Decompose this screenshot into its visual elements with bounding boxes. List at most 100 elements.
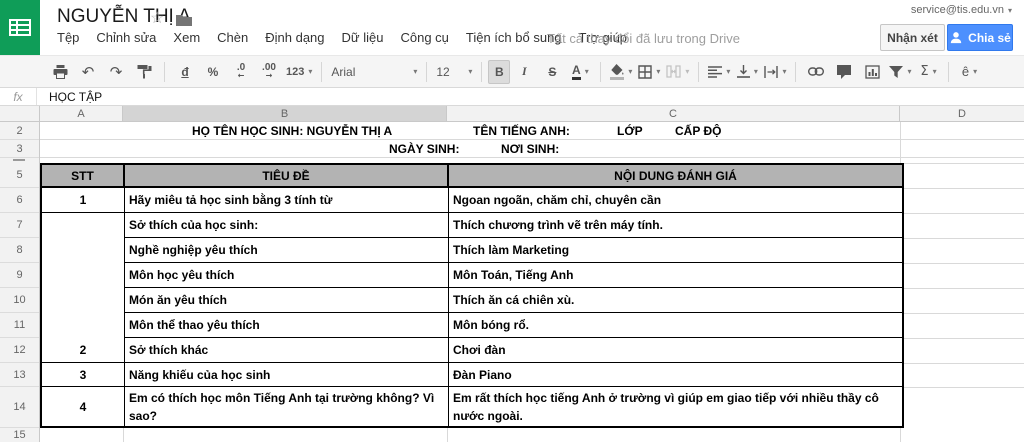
cell-stt[interactable]: 3	[42, 363, 125, 387]
row-header-5[interactable]: 5	[0, 163, 39, 188]
filter-button[interactable]: ▾	[886, 60, 914, 84]
menu-tools[interactable]: Công cụ	[400, 30, 448, 45]
row-header-7[interactable]: 7	[0, 213, 39, 238]
menu-edit[interactable]: Chỉnh sửa	[96, 30, 156, 45]
cell-b3-ngay-sinh[interactable]: NGÀY SINH:	[389, 140, 459, 157]
cell-noi-dung[interactable]: Thích ăn cá chiên xù.	[449, 288, 902, 313]
column-header-b[interactable]: B	[123, 106, 447, 121]
row-header-12[interactable]: 12	[0, 338, 39, 363]
cell-c3-noi-sinh[interactable]: NƠI SINH:	[501, 140, 559, 157]
horizontal-align-button[interactable]: ▾	[705, 60, 733, 84]
cell-tieu-de[interactable]: Môn học yêu thích	[125, 263, 449, 288]
cell-c2-ten-tieng-anh[interactable]: TÊN TIẾNG ANH:	[473, 122, 570, 139]
italic-button[interactable]: I	[510, 60, 538, 84]
column-header-c[interactable]: C	[447, 106, 900, 121]
print-button[interactable]	[46, 60, 74, 84]
insert-comment-button[interactable]	[830, 60, 858, 84]
undo-button[interactable]: ↶	[74, 60, 102, 84]
menu-data[interactable]: Dữ liệu	[342, 30, 384, 45]
text-color-button[interactable]: A ▾	[566, 60, 594, 84]
fill-color-button[interactable]: ▾	[607, 60, 635, 84]
cell-tieu-de[interactable]: Em có thích học môn Tiếng Anh tại trường…	[125, 387, 449, 426]
cell-stt[interactable]	[42, 238, 125, 263]
cell-stt[interactable]	[42, 213, 125, 238]
header-noi-dung-danh-gia[interactable]: NỘI DUNG ĐÁNH GIÁ	[449, 165, 902, 188]
cell-tieu-de[interactable]: Hãy miêu tả học sinh bằng 3 tính từ	[125, 188, 449, 213]
cell-noi-dung[interactable]: Chơi đàn	[449, 338, 902, 363]
font-name-select[interactable]: Arial ▾	[328, 60, 420, 84]
strikethrough-button[interactable]: S	[538, 60, 566, 84]
more-formats-button[interactable]: 123 ▾	[283, 60, 315, 84]
row-2[interactable]: HỌ TÊN HỌC SINH: NGUYỄN THỊ A TÊN TIẾNG …	[40, 122, 1024, 140]
row-header-11[interactable]: 11	[0, 313, 39, 338]
cell-stt[interactable]	[42, 288, 125, 313]
sheets-logo-icon[interactable]	[0, 0, 40, 55]
cell-tieu-de[interactable]: Năng khiếu của học sinh	[125, 363, 449, 387]
header-stt[interactable]: STT	[42, 165, 125, 188]
account-menu[interactable]: service@tis.edu.vn ▾	[911, 4, 1012, 16]
cell-noi-dung[interactable]: Môn Toán, Tiếng Anh	[449, 263, 902, 288]
star-icon[interactable]: ☆	[150, 8, 164, 28]
formula-input[interactable]: HỌC TẬP	[37, 90, 102, 104]
cell-noi-dung[interactable]: Thích chương trình vẽ trên máy tính.	[449, 213, 902, 238]
row-3[interactable]: NGÀY SINH: NƠI SINH:	[40, 140, 1024, 158]
column-header-a[interactable]: A	[40, 106, 123, 121]
decrease-decimal-button[interactable]: .0 ←	[227, 60, 255, 84]
folder-icon[interactable]	[176, 13, 192, 31]
redo-button[interactable]: ↷	[102, 60, 130, 84]
row-header-8[interactable]: 8	[0, 238, 39, 263]
cell-noi-dung[interactable]: Môn bóng rổ.	[449, 313, 902, 338]
cell-noi-dung[interactable]: Ngoan ngoãn, chăm chỉ, chuyên cần	[449, 188, 902, 213]
cell-stt[interactable]: 2	[42, 338, 125, 363]
cell-stt[interactable]	[42, 263, 125, 288]
insert-chart-button[interactable]	[858, 60, 886, 84]
cell-tieu-de[interactable]: Nghề nghiệp yêu thích	[125, 238, 449, 263]
row-header-9[interactable]: 9	[0, 263, 39, 288]
row-header-2[interactable]: 2	[0, 122, 39, 140]
row-header-14[interactable]: 14	[0, 387, 39, 428]
format-percent-button[interactable]: %	[199, 60, 227, 84]
row-header-10[interactable]: 10	[0, 288, 39, 313]
format-currency-button[interactable]: đ	[171, 60, 199, 84]
cell-c2-cap-do[interactable]: CẤP ĐỘ	[675, 122, 721, 139]
merge-cells-button[interactable]: ▾	[663, 60, 692, 84]
column-header-d[interactable]: D	[900, 106, 1024, 121]
paint-format-button[interactable]	[130, 60, 158, 84]
vertical-align-button[interactable]: ▾	[733, 60, 761, 84]
cell-tieu-de[interactable]: Sở thích của học sinh:	[125, 213, 449, 238]
cell-c2-lop[interactable]: LỚP	[617, 122, 643, 139]
cell-noi-dung[interactable]: Em rất thích học tiếng Anh ở trường vì g…	[449, 387, 902, 426]
document-title[interactable]: NGUYỄN THỊ A	[57, 6, 191, 28]
share-button[interactable]: Chia sẻ	[947, 24, 1013, 51]
row-15[interactable]	[40, 428, 1024, 442]
row-header-13[interactable]: 13	[0, 363, 39, 387]
header-tieu-de[interactable]: TIÊU ĐỀ	[125, 165, 449, 188]
menu-view[interactable]: Xem	[173, 30, 200, 45]
cell-noi-dung[interactable]: Đàn Piano	[449, 363, 902, 387]
row-header-3[interactable]: 3	[0, 140, 39, 158]
menu-file[interactable]: Tệp	[57, 30, 79, 45]
cell-tieu-de[interactable]: Sở thích khác	[125, 338, 449, 363]
cell-tieu-de[interactable]: Môn thể thao yêu thích	[125, 313, 449, 338]
cell-b2[interactable]: HỌ TÊN HỌC SINH: NGUYỄN THỊ A	[192, 122, 392, 139]
font-size-select[interactable]: 12 ▾	[433, 60, 475, 84]
text-wrap-button[interactable]: ▾	[761, 60, 789, 84]
comments-button[interactable]: Nhận xét	[880, 24, 945, 51]
cell-tieu-de[interactable]: Món ăn yêu thích	[125, 288, 449, 313]
cell-stt[interactable]: 4	[42, 387, 125, 426]
bold-button[interactable]: B	[488, 60, 510, 84]
cell-noi-dung[interactable]: Thích làm Marketing	[449, 238, 902, 263]
cell-stt[interactable]	[42, 313, 125, 338]
borders-button[interactable]: ▾	[635, 60, 663, 84]
cell-stt[interactable]: 1	[42, 188, 125, 213]
input-tools-button[interactable]: ê ▾	[955, 60, 983, 84]
insert-link-button[interactable]	[802, 60, 830, 84]
increase-decimal-button[interactable]: .00 →	[255, 60, 283, 84]
row-header-15[interactable]: 15	[0, 428, 39, 442]
select-all-corner[interactable]	[0, 106, 40, 121]
row-header-6[interactable]: 6	[0, 188, 39, 213]
hidden-row-indicator[interactable]	[13, 159, 25, 161]
menu-format[interactable]: Định dạng	[265, 30, 324, 45]
menu-insert[interactable]: Chèn	[217, 30, 248, 45]
functions-button[interactable]: Σ ▾	[914, 60, 942, 84]
